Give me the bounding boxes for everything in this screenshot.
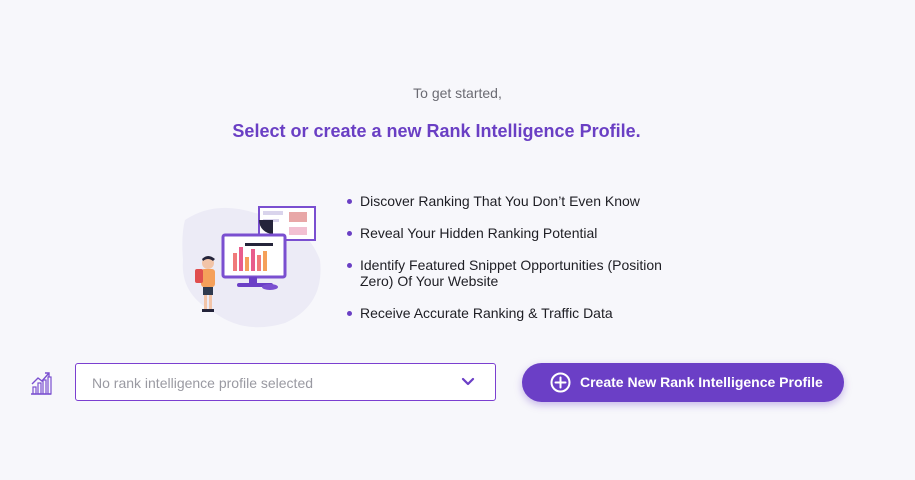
page-headline: Select or create a new Rank Intelligence… xyxy=(232,121,641,141)
create-profile-button[interactable]: Create New Rank Intelligence Profile xyxy=(522,363,844,402)
bullet-icon xyxy=(347,231,352,236)
bullet-icon xyxy=(347,311,352,316)
profile-select[interactable]: No rank intelligence profile selected xyxy=(75,363,496,401)
feature-text: Identify Featured Snippet Opportunities … xyxy=(360,257,662,289)
bullet-icon xyxy=(347,263,352,268)
rank-chart-icon xyxy=(31,372,52,395)
feature-item: Identify Featured Snippet Opportunities … xyxy=(345,257,685,289)
feature-text: Discover Ranking That You Don’t Even Kno… xyxy=(360,193,640,209)
feature-item: Discover Ranking That You Don’t Even Kno… xyxy=(345,193,685,209)
feature-list: Discover Ranking That You Don’t Even Kno… xyxy=(345,193,685,337)
intro-text: To get started, xyxy=(413,85,502,101)
feature-text: Reveal Your Hidden Ranking Potential xyxy=(360,225,598,241)
rank-illustration xyxy=(182,206,321,328)
chevron-down-icon[interactable] xyxy=(461,377,475,387)
feature-text: Receive Accurate Ranking & Traffic Data xyxy=(360,305,613,321)
create-profile-label: Create New Rank Intelligence Profile xyxy=(580,374,823,390)
profile-select-placeholder: No rank intelligence profile selected xyxy=(92,375,314,391)
bullet-icon xyxy=(347,199,352,204)
plus-circle-icon xyxy=(550,372,571,393)
feature-item: Receive Accurate Ranking & Traffic Data xyxy=(345,305,685,321)
feature-item: Reveal Your Hidden Ranking Potential xyxy=(345,225,685,241)
